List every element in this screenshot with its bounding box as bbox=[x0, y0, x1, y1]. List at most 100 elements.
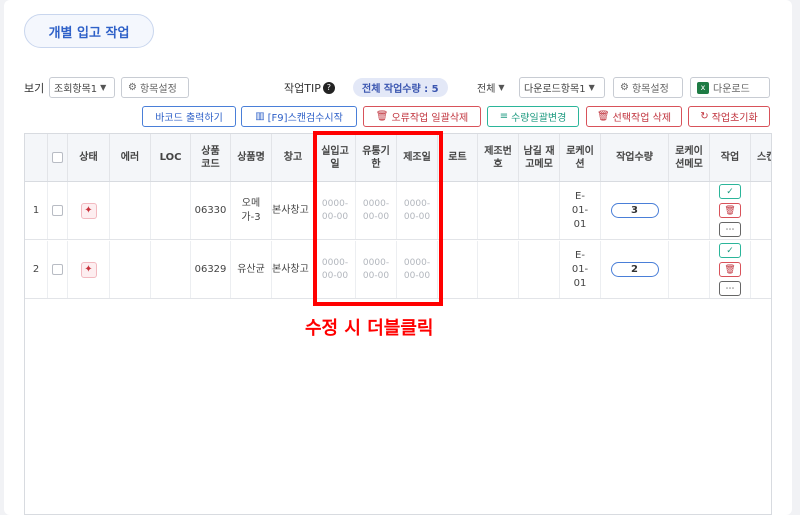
more-icon[interactable]: ⋯ bbox=[719, 281, 741, 296]
row-work-qty-cell: 2 bbox=[601, 241, 669, 298]
reset-work-button[interactable]: ↻ 작업초기화 bbox=[688, 106, 770, 127]
row-warehouse: 본사창고 bbox=[272, 241, 315, 298]
row-scan bbox=[751, 241, 771, 298]
barcode-icon: ▥ bbox=[255, 111, 265, 122]
work-tip-label: 작업TIP bbox=[284, 81, 321, 95]
check-icon[interactable]: ✓ bbox=[719, 243, 741, 258]
download-select[interactable]: 다운로드항목1 ▼ bbox=[519, 77, 605, 98]
chevron-down-icon: ▼ bbox=[588, 83, 595, 92]
row-scan bbox=[751, 182, 771, 239]
col-warehouse: 창고 bbox=[272, 134, 315, 181]
view-select-value: 조회항목1 bbox=[54, 84, 98, 95]
row-error bbox=[110, 241, 151, 298]
row-mfg-no bbox=[478, 241, 519, 298]
row-warehouse: 본사창고 bbox=[272, 182, 315, 239]
col-product-code: 상품코드 bbox=[191, 134, 231, 181]
download-label: 다운로드 bbox=[713, 84, 750, 95]
row-remaining-memo bbox=[519, 182, 560, 239]
row-number: 1 bbox=[25, 182, 48, 239]
question-icon[interactable]: ? bbox=[322, 81, 335, 94]
col-error: 에러 bbox=[110, 134, 151, 181]
row-location: E-01-01 bbox=[560, 241, 601, 298]
col-select bbox=[48, 134, 68, 181]
work-qty-input[interactable]: 2 bbox=[610, 262, 659, 277]
trash-icon[interactable]: 🗑 bbox=[719, 262, 741, 277]
excel-icon: x bbox=[697, 81, 709, 94]
view-select[interactable]: 조회항목1 ▼ bbox=[49, 77, 115, 98]
col-scan: 스캔 bbox=[751, 134, 771, 181]
row-status-cell: ✦ bbox=[68, 241, 110, 298]
bulk-qty-change-label: 수량일괄변경 bbox=[511, 113, 567, 124]
download-select-value: 다운로드항목1 bbox=[524, 84, 586, 95]
col-product-name: 상품명 bbox=[231, 134, 272, 181]
col-lot: 로트 bbox=[438, 134, 478, 181]
row-lot bbox=[438, 182, 478, 239]
col-loc: LOC bbox=[151, 134, 191, 181]
refresh-icon: ↻ bbox=[700, 111, 709, 122]
col-mfg-no: 제조번호 bbox=[478, 134, 519, 181]
bulk-delete-errors-button[interactable]: 🗑 오류작업 일괄삭제 bbox=[363, 106, 481, 127]
select-all-checkbox[interactable] bbox=[52, 152, 63, 163]
download-button[interactable]: x 다운로드 bbox=[690, 77, 770, 98]
item-settings-label: 항목설정 bbox=[139, 84, 177, 95]
row-lot bbox=[438, 241, 478, 298]
delete-selected-button[interactable]: 🗑 선택작업 삭제 bbox=[586, 106, 682, 127]
scan-start-button[interactable]: ▥ [F9]스캔검수시작 bbox=[241, 106, 357, 127]
item-settings-button-2[interactable]: ⚙ 항목설정 bbox=[613, 77, 683, 98]
highlight-box bbox=[313, 131, 443, 306]
total-qty-pill: 전체 작업수량 : 5 bbox=[353, 78, 448, 97]
scan-start-label: [F9]스캔검수시작 bbox=[267, 113, 343, 124]
chevron-down-icon: ▼ bbox=[498, 83, 505, 92]
gear-icon: ⚙ bbox=[128, 82, 137, 93]
page-title: 개별 입고 작업 bbox=[24, 14, 154, 48]
item-settings-button[interactable]: ⚙ 항목설정 bbox=[121, 77, 189, 98]
col-remaining-memo: 남길 재고메모 bbox=[519, 134, 560, 181]
trash-icon: 🗑 bbox=[596, 111, 610, 122]
row-remaining-memo bbox=[519, 241, 560, 298]
check-icon[interactable]: ✓ bbox=[719, 184, 741, 199]
row-location: E-01-01 bbox=[560, 182, 601, 239]
row-work-actions: ✓ 🗑 ⋯ bbox=[710, 241, 751, 298]
row-checkbox-cell bbox=[48, 241, 68, 298]
status-icon[interactable]: ✦ bbox=[80, 261, 97, 278]
row-product-code: 06329 bbox=[191, 241, 231, 298]
col-work-qty: 작업수량 bbox=[601, 134, 669, 181]
row-loc bbox=[151, 182, 191, 239]
row-error bbox=[110, 182, 151, 239]
row-checkbox[interactable] bbox=[52, 264, 63, 275]
row-loc bbox=[151, 241, 191, 298]
row-checkbox[interactable] bbox=[52, 205, 63, 216]
gear-icon: ⚙ bbox=[620, 82, 629, 93]
col-status: 상태 bbox=[68, 134, 110, 181]
col-location-memo: 로케이션메모 bbox=[669, 134, 710, 181]
row-product-name: 유산균 bbox=[231, 241, 272, 298]
item-settings-label-2: 항목설정 bbox=[631, 84, 669, 95]
row-work-actions: ✓ 🗑 ⋯ bbox=[710, 182, 751, 239]
row-status-cell: ✦ bbox=[68, 182, 110, 239]
col-work: 작업 bbox=[710, 134, 751, 181]
row-work-qty-cell: 3 bbox=[601, 182, 669, 239]
row-checkbox-cell bbox=[48, 182, 68, 239]
status-icon[interactable]: ✦ bbox=[80, 202, 97, 219]
filter-select[interactable]: 전체 ▼ bbox=[477, 77, 515, 98]
work-qty-input[interactable]: 3 bbox=[610, 203, 659, 218]
filter-select-value: 전체 bbox=[477, 84, 496, 95]
delete-selected-label: 선택작업 삭제 bbox=[612, 113, 672, 124]
chevron-down-icon: ▼ bbox=[100, 83, 107, 92]
more-icon[interactable]: ⋯ bbox=[719, 222, 741, 237]
reset-work-label: 작업초기화 bbox=[711, 113, 758, 124]
barcode-print-button[interactable]: 바코드 출력하기 bbox=[142, 106, 236, 127]
col-no bbox=[25, 134, 48, 181]
bulk-qty-change-button[interactable]: ≡ 수량일괄변경 bbox=[487, 106, 579, 127]
row-number: 2 bbox=[25, 241, 48, 298]
row-mfg-no bbox=[478, 182, 519, 239]
row-location-memo bbox=[669, 182, 710, 239]
col-location: 로케이션 bbox=[560, 134, 601, 181]
annotation-text: 수정 시 더블클릭 bbox=[305, 318, 434, 339]
barcode-print-label: 바코드 출력하기 bbox=[155, 113, 223, 124]
sliders-icon: ≡ bbox=[499, 111, 509, 122]
row-location-memo bbox=[669, 241, 710, 298]
trash-icon[interactable]: 🗑 bbox=[719, 203, 741, 218]
trash-icon: 🗑 bbox=[375, 111, 389, 122]
bulk-delete-errors-label: 오류작업 일괄삭제 bbox=[391, 113, 469, 124]
